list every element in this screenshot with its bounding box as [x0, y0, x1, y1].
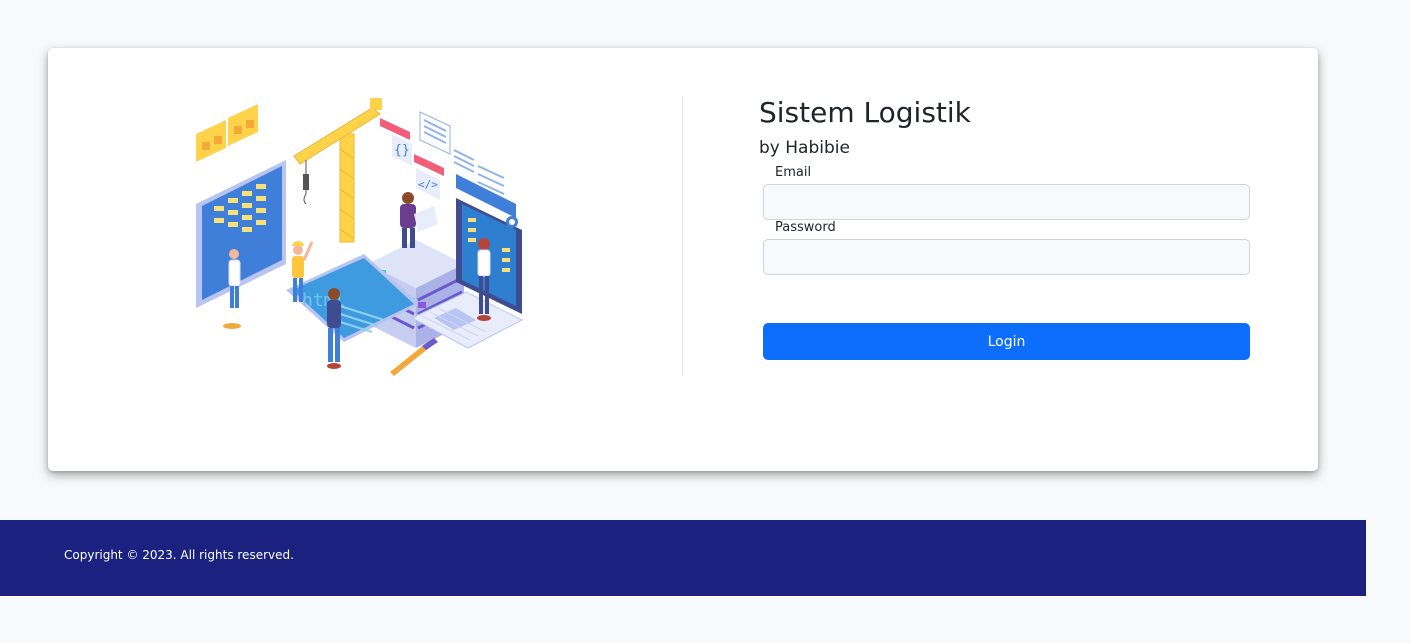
login-page: {} </> html Sistem Logistik by Habibie E… — [0, 0, 1410, 643]
crane-illustration — [293, 98, 382, 243]
sticky-notes-illustration — [196, 104, 258, 162]
kanban-board-illustration — [196, 160, 286, 308]
person-on-server-illustration — [400, 192, 438, 248]
password-field[interactable] — [763, 239, 1250, 275]
email-label: Email — [775, 165, 812, 180]
svg-text:{}: {} — [394, 143, 410, 158]
copyright-text: Copyright © 2023. All rights reserved. — [64, 548, 294, 562]
login-form: Sistem Logistik by Habibie Email Passwor… — [759, 93, 1250, 360]
web-development-illustration: {} </> html — [196, 98, 524, 376]
code-panels-illustration: {} </> — [380, 111, 505, 200]
password-label: Password — [775, 220, 836, 235]
svg-text:</>: </> — [418, 178, 438, 191]
page-title: Sistem Logistik — [759, 96, 971, 129]
login-card: {} </> html Sistem Logistik by Habibie E… — [48, 48, 1318, 471]
card-divider — [682, 96, 683, 376]
email-field[interactable] — [763, 184, 1250, 220]
page-footer: Copyright © 2023. All rights reserved. — [0, 520, 1366, 596]
page-subtitle: by Habibie — [759, 138, 850, 158]
login-button[interactable]: Login — [763, 323, 1250, 360]
